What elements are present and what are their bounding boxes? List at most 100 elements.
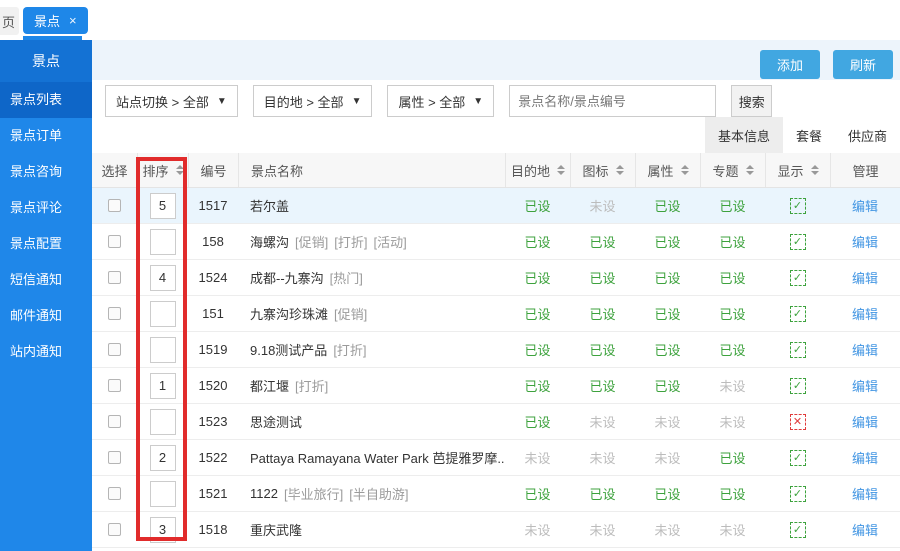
attribute-status: 已设: [635, 332, 700, 367]
row-checkbox[interactable]: [108, 523, 121, 536]
sort-order-input[interactable]: [150, 229, 176, 255]
sort-order-input[interactable]: 3: [150, 517, 176, 543]
display-toggle-icon[interactable]: ✓: [790, 306, 806, 322]
scenic-spot-name: 思途测试: [250, 412, 302, 431]
tag-label: [促销]: [295, 232, 328, 251]
row-checkbox[interactable]: [108, 343, 121, 356]
view-tabs: 基本信息套餐供应商: [705, 117, 900, 153]
tab-home-partial[interactable]: 页: [0, 7, 19, 35]
edit-link[interactable]: 编辑: [852, 232, 878, 251]
sort-order-input[interactable]: [150, 301, 176, 327]
search-input[interactable]: [509, 85, 716, 117]
manage-cell: 编辑: [830, 296, 900, 331]
sort-icon[interactable]: [746, 165, 754, 175]
row-checkbox[interactable]: [108, 487, 121, 500]
sort-order-input[interactable]: 1: [150, 373, 176, 399]
select-cell: [92, 260, 137, 295]
row-checkbox[interactable]: [108, 199, 121, 212]
edit-link[interactable]: 编辑: [852, 448, 878, 467]
display-toggle-icon[interactable]: ✓: [790, 198, 806, 214]
row-checkbox[interactable]: [108, 307, 121, 320]
refresh-button[interactable]: 刷新: [833, 50, 893, 79]
row-checkbox[interactable]: [108, 379, 121, 392]
row-checkbox[interactable]: [108, 451, 121, 464]
search-button[interactable]: 搜索: [731, 85, 772, 117]
sidebar-item-5[interactable]: 短信通知: [0, 262, 92, 298]
manage-cell: 编辑: [830, 404, 900, 439]
edit-link[interactable]: 编辑: [852, 196, 878, 215]
display-toggle-icon[interactable]: ✓: [790, 486, 806, 502]
edit-link[interactable]: 编辑: [852, 484, 878, 503]
sort-icon[interactable]: [557, 165, 565, 175]
sidebar-item-0[interactable]: 景点列表: [0, 82, 92, 118]
column-header-icon[interactable]: 图标: [570, 153, 635, 187]
sort-order-input[interactable]: [150, 409, 176, 435]
display-toggle-icon[interactable]: ✓: [790, 270, 806, 286]
add-button[interactable]: 添加: [760, 50, 820, 79]
row-checkbox[interactable]: [108, 271, 121, 284]
sidebar-item-1[interactable]: 景点订单: [0, 118, 92, 154]
edit-link[interactable]: 编辑: [852, 304, 878, 323]
column-header-display[interactable]: 显示: [765, 153, 830, 187]
sidebar-item-4[interactable]: 景点配置: [0, 226, 92, 262]
select-cell: [92, 188, 137, 223]
view-tab-2[interactable]: 供应商: [835, 117, 900, 153]
name-cell: 1122 [毕业旅行][半自助游]: [238, 476, 505, 511]
destination-status: 已设: [505, 188, 570, 223]
sort-icon[interactable]: [176, 165, 184, 175]
sort-order-input[interactable]: [150, 481, 176, 507]
destination-status: 已设: [505, 260, 570, 295]
destination-filter-select[interactable]: 目的地 > 全部 ▼: [253, 85, 373, 117]
sidebar-item-3[interactable]: 景点评论: [0, 190, 92, 226]
column-header-id: 编号: [188, 153, 238, 187]
display-toggle-icon[interactable]: ✓: [790, 450, 806, 466]
scenic-spot-name: 若尔盖: [250, 196, 289, 215]
attribute-filter-select[interactable]: 属性 > 全部 ▼: [387, 85, 494, 117]
id-cell: 151: [188, 296, 238, 331]
table-header-row: 选择 排序 编号 景点名称 目的地 图标 属性 专题: [92, 153, 900, 188]
column-header-icon-label: 图标: [582, 161, 608, 180]
display-toggle-icon[interactable]: ✕: [790, 414, 806, 430]
edit-link[interactable]: 编辑: [852, 340, 878, 359]
column-header-topic[interactable]: 专题: [700, 153, 765, 187]
sort-order-input[interactable]: [150, 337, 176, 363]
close-icon[interactable]: ×: [69, 13, 77, 28]
column-header-attribute[interactable]: 属性: [635, 153, 700, 187]
sort-order-input[interactable]: 5: [150, 193, 176, 219]
display-toggle-icon[interactable]: ✓: [790, 234, 806, 250]
sort-icon[interactable]: [811, 165, 819, 175]
sidebar-item-2[interactable]: 景点咨询: [0, 154, 92, 190]
sidebar-item-7[interactable]: 站内通知: [0, 334, 92, 370]
sort-icon[interactable]: [681, 165, 689, 175]
edit-link[interactable]: 编辑: [852, 520, 878, 539]
row-checkbox[interactable]: [108, 235, 121, 248]
site-filter-label: 站点切换 > 全部: [116, 92, 209, 111]
tab-scenic-spot[interactable]: 景点 ×: [23, 7, 88, 34]
sort-icon[interactable]: [616, 165, 624, 175]
column-header-sort-label: 排序: [142, 161, 168, 180]
attribute-status: 已设: [635, 368, 700, 403]
edit-link[interactable]: 编辑: [852, 268, 878, 287]
sort-cell: 3: [137, 512, 188, 547]
row-checkbox[interactable]: [108, 415, 121, 428]
site-filter-select[interactable]: 站点切换 > 全部 ▼: [105, 85, 238, 117]
sort-order-input[interactable]: 2: [150, 445, 176, 471]
display-toggle-icon[interactable]: ✓: [790, 522, 806, 538]
display-toggle-icon[interactable]: ✓: [790, 378, 806, 394]
column-header-sort[interactable]: 排序: [137, 153, 188, 187]
view-tab-1[interactable]: 套餐: [783, 117, 835, 153]
sort-order-input[interactable]: 4: [150, 265, 176, 291]
edit-link[interactable]: 编辑: [852, 376, 878, 395]
sort-cell: [137, 332, 188, 367]
destination-status: 已设: [505, 476, 570, 511]
id-cell: 1520: [188, 368, 238, 403]
display-cell: ✓: [765, 440, 830, 475]
column-header-destination[interactable]: 目的地: [505, 153, 570, 187]
edit-link[interactable]: 编辑: [852, 412, 878, 431]
sidebar-item-6[interactable]: 邮件通知: [0, 298, 92, 334]
display-toggle-icon[interactable]: ✓: [790, 342, 806, 358]
column-header-destination-label: 目的地: [511, 161, 550, 180]
table-row: 151 九寨沟珍珠滩 [促销] 已设 已设 已设 已设 ✓ 编辑: [92, 296, 900, 332]
destination-status: 已设: [505, 368, 570, 403]
view-tab-0[interactable]: 基本信息: [705, 117, 783, 153]
